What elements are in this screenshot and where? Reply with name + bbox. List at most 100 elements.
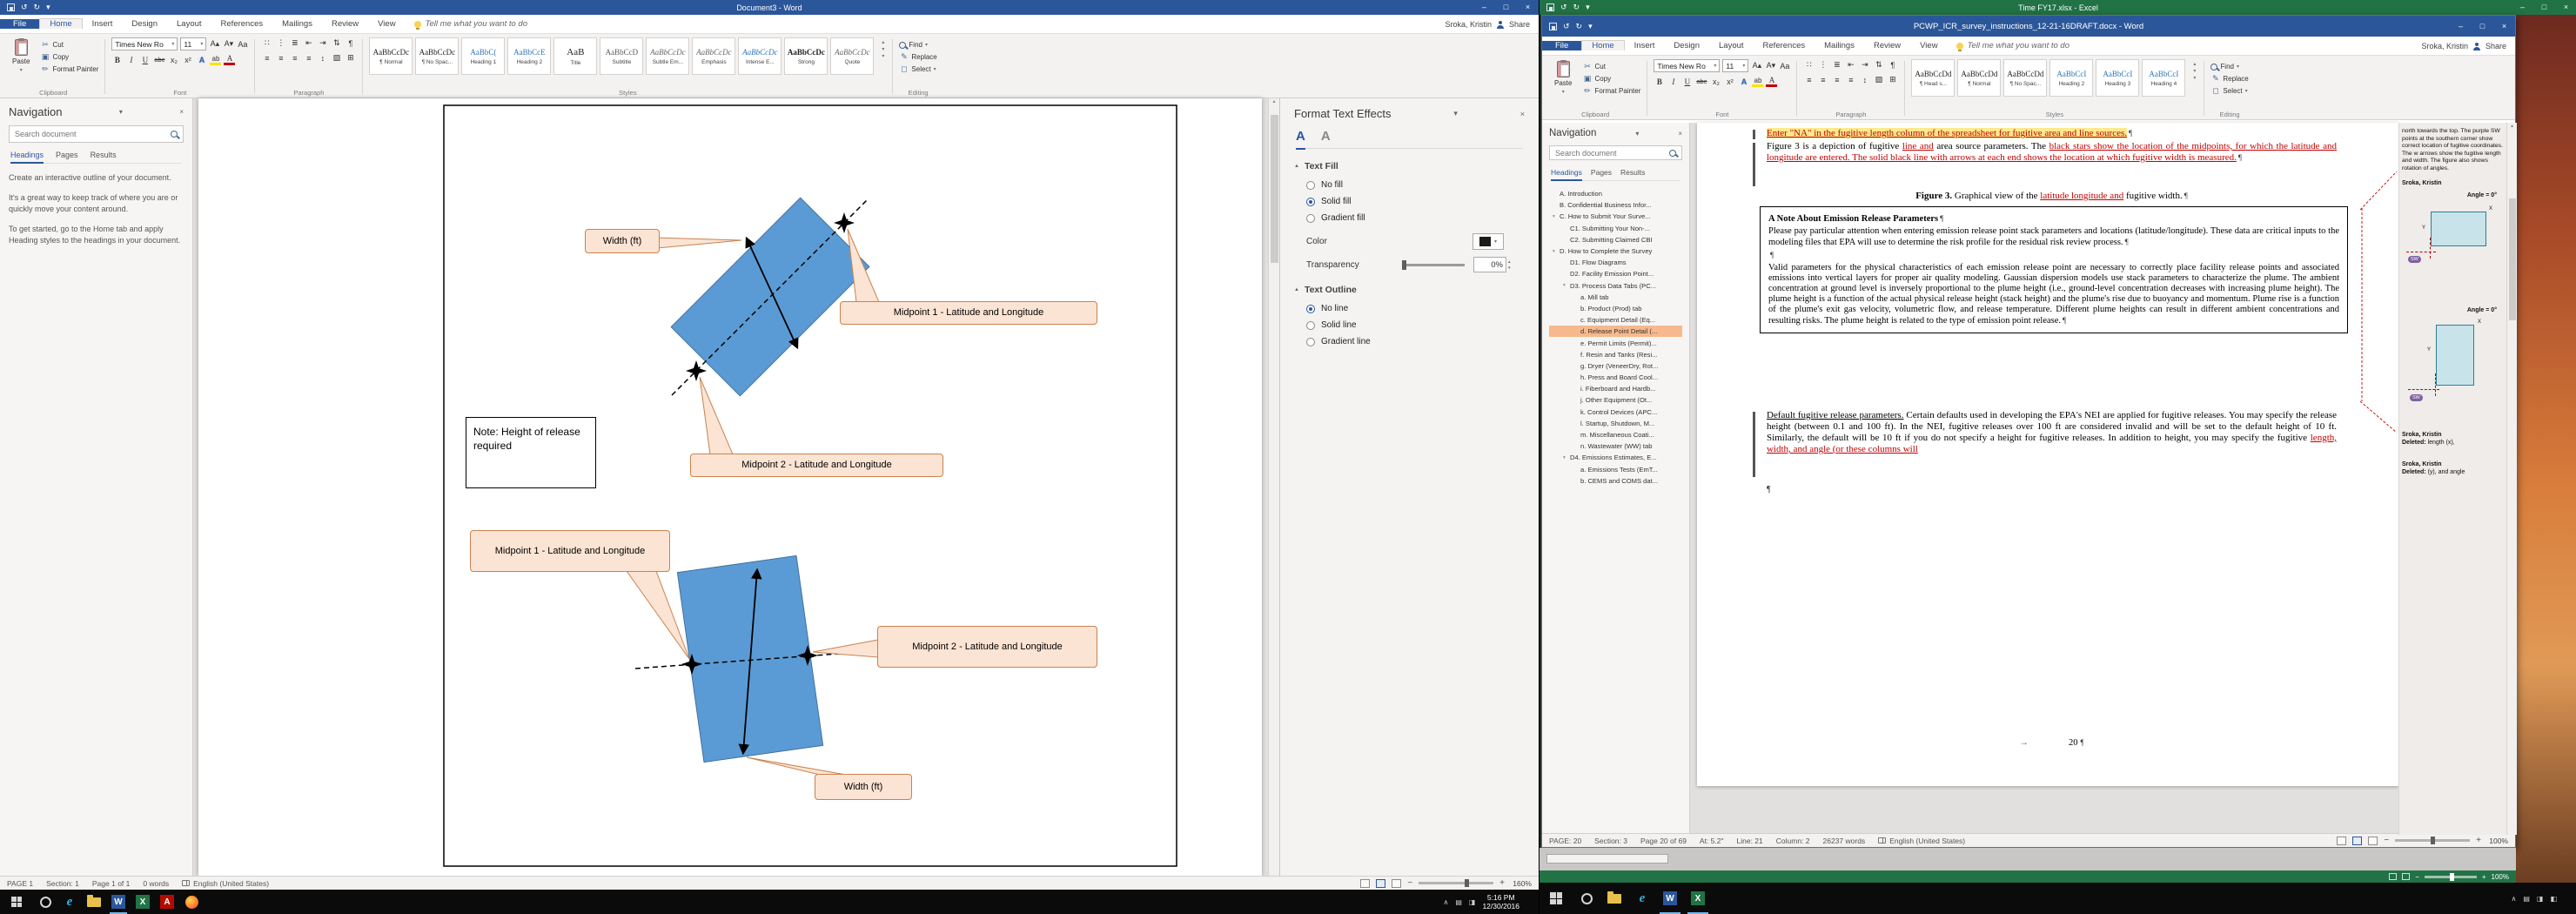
status-item[interactable]: 0 words [143,879,169,888]
align-left-button[interactable]: ≡ [1803,74,1815,85]
select-button[interactable]: Select▾ [2210,85,2248,97]
decrease-indent-button[interactable]: ⇤ [303,37,314,49]
shrink-font-button[interactable]: A▾ [223,38,234,50]
panel-menu-icon[interactable]: ▾ [1443,109,1458,118]
status-item[interactable]: PAGE: 20 [1549,837,1581,845]
replace-button[interactable]: Replace [899,51,936,63]
subscript-button[interactable]: x₂ [1710,76,1721,87]
nav-heading-item[interactable]: l. Startup, Shutdown, M... [1549,418,1682,429]
excel-view-button[interactable] [2402,873,2410,880]
cut-button[interactable]: Cut [40,39,98,50]
style-item[interactable]: AaBbCcDd ¶ No Spac... [2003,59,2047,97]
outline-option-radio[interactable]: Gradient line [1294,333,1525,350]
tray-icon[interactable]: ◨ [2537,895,2544,903]
nav-pane-tab[interactable]: Pages [56,151,78,159]
text-outline-header[interactable]: Text Outline [1305,285,1357,295]
signed-in-user[interactable]: Sroka, Kristin [1445,20,1492,29]
ribbon-tab[interactable]: Mailings [1815,41,1864,50]
find-button[interactable]: Find▾ [899,39,936,50]
status-item[interactable]: Section: 1 [46,879,79,888]
maximize-button[interactable]: □ [1495,0,1517,15]
ribbon-tab[interactable]: View [1910,41,1947,50]
font-name-combo[interactable]: Times New Ro▾ [1654,59,1720,72]
ribbon-tab[interactable]: File [0,19,39,29]
bullets-button[interactable]: ∷ [261,37,272,49]
zoom-out-button[interactable]: − [2384,836,2389,845]
tray-icon[interactable]: ▤ [2523,895,2530,903]
ribbon-tab[interactable]: Layout [1709,41,1754,50]
change-case-button[interactable]: Aa [1779,60,1790,71]
font-size-combo[interactable]: 11▾ [180,37,206,50]
minimize-button[interactable]: – [2450,19,2472,34]
cut-button[interactable]: Cut [1582,61,1640,72]
style-item[interactable]: AaBbCcD Subtitle [600,37,643,75]
styles-gallery-scroll[interactable]: ▴▾▾ [2191,59,2197,83]
format-painter-button[interactable]: Format Painter [1582,85,1640,97]
save-icon[interactable] [1549,23,1557,30]
style-item[interactable]: AaBbCcI Heading 3 [2096,59,2139,97]
excel-zoom-level[interactable]: 100% [2492,873,2509,881]
nav-heading-item[interactable]: e. Permit Limits (Permit)... [1549,337,1682,348]
undo-icon[interactable]: ↺ [21,3,28,11]
deleted-change-entry[interactable]: Sroka, Kristin Deleted: length (x), [2402,431,2505,447]
excel-title-bar[interactable]: ↺ ↻ ▾ Time FY17.xlsx - Excel – □ × [1540,0,2576,15]
align-center-button[interactable]: ≡ [1817,74,1828,85]
status-item[interactable]: Page 1 of 1 [92,879,130,888]
font-color-button[interactable]: A [1766,76,1777,87]
style-item[interactable]: AaBbCcDc Subtle Em... [646,37,689,75]
underline-button[interactable]: U [139,54,151,65]
ribbon-tab[interactable]: Review [322,19,368,29]
align-left-button[interactable]: ≡ [261,52,272,64]
signed-in-user[interactable]: Sroka, Kristin [2421,42,2468,50]
panel-close-icon[interactable]: × [1510,110,1525,118]
undo-icon[interactable]: ↺ [1560,3,1567,11]
nav-pane-close-icon[interactable]: × [1669,130,1682,138]
maximize-button[interactable]: □ [2533,0,2555,15]
search-box[interactable] [9,125,184,143]
style-item[interactable]: AaBbC( Heading 1 [461,37,505,75]
nav-heading-item[interactable]: D2. Facility Emission Point... [1549,268,1682,279]
nav-heading-item[interactable]: ▾ D. How to Complete the Survey [1549,245,1682,257]
nav-heading-item[interactable]: b. Product (Prod) tab [1549,303,1682,314]
nav-heading-item[interactable]: D1. Flow Diagrams [1549,257,1682,268]
tray-icon[interactable]: ▤ [1455,898,1462,906]
share-button[interactable]: Share [1509,20,1530,29]
read-mode-button[interactable] [1360,879,1370,888]
redo-icon[interactable]: ↻ [1573,3,1580,11]
ribbon-tab[interactable]: Home [39,18,82,29]
style-item[interactable]: AaBbCcI Heading 2 [2049,59,2093,97]
align-right-button[interactable]: ≡ [289,52,300,64]
nav-heading-item[interactable]: B. Confidential Business Infor... [1549,199,1682,211]
nav-heading-item[interactable]: a. Mill tab [1549,292,1682,303]
style-item[interactable]: AaBbCcDc Quote [830,37,874,75]
zoom-thumb[interactable] [2431,837,2435,844]
section-collapse-icon[interactable]: ▲ [1294,287,1299,292]
bold-button[interactable]: B [111,54,123,65]
font-color-button[interactable]: A [224,54,235,65]
style-item[interactable]: AaB Title [553,37,597,75]
qat-dropdown-icon[interactable]: ▾ [1586,3,1590,11]
show-marks-button[interactable]: ¶ [345,37,356,49]
fill-color-button[interactable]: ▾ [1472,233,1504,250]
text-effects-tab[interactable]: A [1321,129,1331,144]
style-item[interactable]: AaBbCcE Heading 2 [507,37,551,75]
ribbon-tab[interactable]: Insert [1625,41,1665,50]
font-name-combo[interactable]: Times New Ro▾ [111,37,178,50]
minimize-button[interactable]: – [1473,0,1495,15]
italic-button[interactable]: I [125,54,137,65]
status-item[interactable]: At: 5.2" [1700,837,1724,845]
text-effects-button[interactable]: A [196,54,207,65]
tray-icon[interactable]: ∧ [2511,895,2516,903]
tell-me-box[interactable]: Tell me what you want to do [1948,37,2078,55]
replace-button[interactable]: Replace [2210,73,2248,84]
text-fill-header[interactable]: Text Fill [1305,161,1338,171]
zoom-out-button[interactable]: − [2415,873,2419,881]
web-layout-button[interactable] [2368,837,2378,845]
nav-heading-item[interactable]: A. Introduction [1549,188,1682,199]
nav-heading-item[interactable]: j. Other Equipment (Ot... [1549,394,1682,406]
firefox-taskbar-icon[interactable] [179,890,204,914]
left-title-bar[interactable]: ↺ ↻ ▾ Document3 - Word – □ × [0,0,1539,15]
subscript-button[interactable]: x₂ [168,54,179,65]
sort-button[interactable]: ⇅ [331,37,342,49]
print-layout-button[interactable] [1376,879,1385,888]
